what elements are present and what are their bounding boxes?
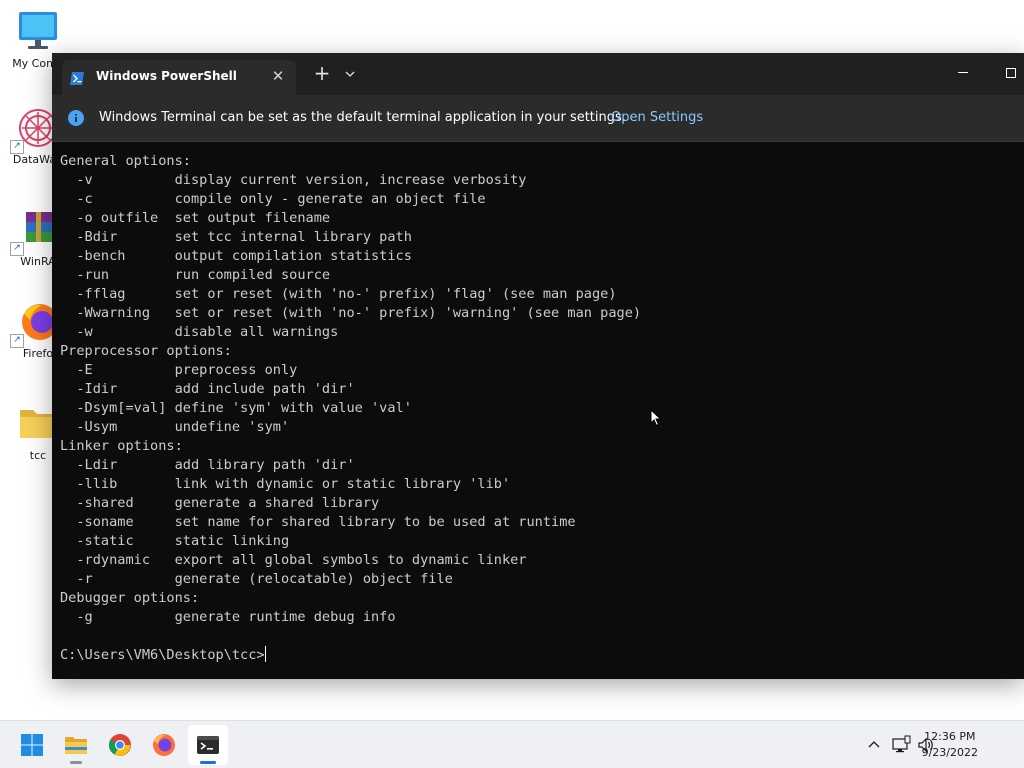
mouse-pointer-icon <box>650 408 662 427</box>
chevron-up-icon <box>868 741 880 748</box>
infobar-message: Windows Terminal can be set as the defau… <box>99 110 626 125</box>
output-line: -Wwarning set or reset (with 'no-' prefi… <box>60 305 642 321</box>
maximize-icon <box>1006 68 1016 78</box>
taskbar-file-explorer[interactable] <box>56 725 96 765</box>
chrome-icon <box>108 734 131 756</box>
info-icon <box>68 110 84 126</box>
chevron-down-icon <box>345 71 355 77</box>
shortcut-arrow-icon: ↗ <box>10 140 24 154</box>
network-status-button[interactable] <box>891 735 911 755</box>
output-line: Debugger options: <box>60 590 200 606</box>
tab-windows-powershell[interactable]: Windows PowerShell ✕ <box>62 60 296 95</box>
output-line: -rdynamic export all global symbols to d… <box>60 552 527 568</box>
tab-title: Windows PowerShell <box>96 69 237 83</box>
terminal-window[interactable]: Windows PowerShell ✕ + Windows Terminal … <box>52 53 1024 679</box>
output-line: -bench output compilation statistics <box>60 248 412 264</box>
running-indicator <box>70 761 82 764</box>
taskbar-clock[interactable]: 12:36 PM 9/23/2022 <box>922 729 978 761</box>
powershell-icon <box>70 70 84 85</box>
text-caret <box>264 646 266 662</box>
output-line: -w disable all warnings <box>60 324 339 340</box>
output-line: -llib link with dynamic or static librar… <box>60 476 511 492</box>
start-icon <box>21 734 43 756</box>
output-line: -fflag set or reset (with 'no-' prefix) … <box>60 286 617 302</box>
output-line: -static static linking <box>60 533 290 549</box>
output-line: -run run compiled source <box>60 267 331 283</box>
output-line: -Idir add include path 'dir' <box>60 381 355 397</box>
clock-date: 9/23/2022 <box>921 746 978 759</box>
taskbar-chrome[interactable] <box>100 725 140 765</box>
output-line: -Ldir add library path 'dir' <box>60 457 355 473</box>
terminal-output[interactable]: General options: -v display current vers… <box>60 152 1024 679</box>
terminal-icon <box>197 736 219 754</box>
taskbar: 12:36 PM 9/23/2022 <box>0 720 1024 768</box>
output-line: -c compile only - generate an object fil… <box>60 191 486 207</box>
output-line: -r generate (relocatable) object file <box>60 571 453 587</box>
shortcut-arrow-icon: ↗ <box>10 334 24 348</box>
output-line: -shared generate a shared library <box>60 495 380 511</box>
output-line: -Dsym[=val] define 'sym' with value 'val… <box>60 400 412 416</box>
clock-time: 12:36 PM <box>924 730 976 743</box>
taskbar-firefox[interactable] <box>144 725 184 765</box>
new-tab-button[interactable]: + <box>310 62 334 86</box>
output-line: Linker options: <box>60 438 183 454</box>
command-prompt[interactable]: C:\Users\VM6\Desktop\tcc> <box>60 646 1024 665</box>
desktop: My Comp ↗ DataWag ↗ WinRA ↗ Firefo tcc W… <box>0 0 1024 720</box>
minimize-icon <box>958 72 968 73</box>
computer-icon <box>16 10 60 54</box>
output-line: General options: <box>60 153 191 169</box>
network-icon <box>892 735 911 753</box>
shortcut-arrow-icon: ↗ <box>10 242 24 256</box>
output-line: Preprocessor options: <box>60 343 232 359</box>
title-bar[interactable]: Windows PowerShell ✕ + <box>52 53 1024 95</box>
file-explorer-icon <box>65 737 87 754</box>
output-line: -v display current version, increase ver… <box>60 172 527 188</box>
active-indicator <box>200 761 216 764</box>
output-line: -soname set name for shared library to b… <box>60 514 576 530</box>
minimize-button[interactable] <box>948 63 978 83</box>
prompt-text: C:\Users\VM6\Desktop\tcc> <box>60 647 265 663</box>
taskbar-terminal[interactable] <box>188 725 228 765</box>
show-hidden-icons-button[interactable] <box>864 735 884 755</box>
firefox-icon <box>153 734 175 756</box>
start-button[interactable] <box>12 725 52 765</box>
output-line: -g generate runtime debug info <box>60 609 396 625</box>
tab-dropdown-button[interactable] <box>340 62 360 86</box>
close-tab-icon[interactable]: ✕ <box>270 67 286 85</box>
output-line: -E preprocess only <box>60 362 298 378</box>
default-terminal-infobar: Windows Terminal can be set as the defau… <box>52 95 1024 142</box>
maximize-button[interactable] <box>998 63 1024 83</box>
open-settings-link[interactable]: Open Settings <box>611 110 703 125</box>
output-line: -Usym undefine 'sym' <box>60 419 290 435</box>
output-line: -Bdir set tcc internal library path <box>60 229 412 245</box>
output-line: -o outfile set output filename <box>60 210 331 226</box>
